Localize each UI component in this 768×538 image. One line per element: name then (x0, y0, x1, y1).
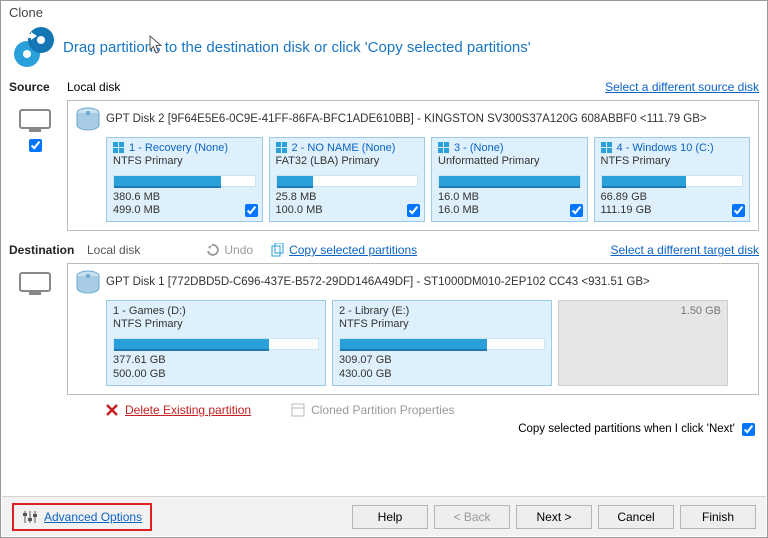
free-space-size: 1.50 GB (681, 305, 721, 317)
cloned-props-button: Cloned Partition Properties (291, 403, 454, 417)
delete-icon (105, 403, 119, 417)
undo-icon (206, 243, 220, 257)
destination-disk-type: Local disk (87, 243, 140, 257)
partition-checkbox[interactable] (732, 204, 745, 217)
monitor-icon (19, 272, 51, 296)
partition-sizes: 66.89 GB111.19 GB (601, 191, 744, 217)
partition-fs: Unformatted Primary (438, 155, 581, 167)
source-label: Source (9, 80, 67, 94)
hdd-icon (76, 270, 100, 294)
destination-partition[interactable]: 2 - Library (E:)NTFS Primary 309.07 GB430… (332, 300, 552, 385)
partition-sizes: 16.0 MB16.0 MB (438, 191, 581, 217)
source-disk-type: Local disk (67, 80, 120, 94)
source-partition[interactable]: 4 - Windows 10 (C:)NTFS Primary 66.89 GB1… (594, 137, 751, 222)
clone-hero-icon (13, 26, 55, 68)
usage-bar (339, 338, 545, 350)
copy-partitions-button[interactable]: Copy selected partitions (271, 243, 417, 257)
partition-sizes: 377.61 GB500.00 GB (113, 354, 319, 380)
destination-partition[interactable]: 1 - Games (D:)NTFS Primary 377.61 GB500.0… (106, 300, 326, 385)
partition-checkbox[interactable] (570, 204, 583, 217)
undo-button[interactable]: Undo (206, 243, 253, 257)
next-button[interactable]: Next > (516, 505, 592, 529)
usage-bar (438, 175, 581, 187)
cancel-button[interactable]: Cancel (598, 505, 674, 529)
cursor-icon (149, 35, 165, 55)
properties-icon (291, 403, 305, 417)
destination-label: Destination (9, 243, 87, 257)
sliders-icon (22, 509, 38, 525)
partition-name: 1 - Recovery (None) (113, 142, 256, 154)
partition-sizes: 309.07 GB430.00 GB (339, 354, 545, 380)
back-button: < Back (434, 505, 510, 529)
select-source-link[interactable]: Select a different source disk (605, 80, 759, 94)
partition-name: 2 - NO NAME (None) (276, 142, 419, 154)
delete-partition-link[interactable]: Delete Existing partition (105, 403, 251, 417)
destination-disk-title: GPT Disk 1 [772DBD5D-C696-437E-B572-29DD… (106, 276, 650, 288)
partition-fs: NTFS Primary (601, 155, 744, 167)
monitor-icon (19, 109, 51, 133)
free-space-block[interactable]: 1.50 GB (558, 300, 728, 385)
partition-checkbox[interactable] (407, 204, 420, 217)
partition-fs: FAT32 (LBA) Primary (276, 155, 419, 167)
source-partition[interactable]: 3 - (None)Unformatted Primary 16.0 MB16.0… (431, 137, 588, 222)
usage-bar (113, 175, 256, 187)
copy-icon (271, 243, 285, 257)
header-instruction: Drag partitions to the destination disk … (63, 39, 531, 56)
help-button[interactable]: Help (352, 505, 428, 529)
hdd-icon (76, 107, 100, 131)
partition-name: 4 - Windows 10 (C:) (601, 142, 744, 154)
usage-bar (113, 338, 319, 350)
window-title: Clone (1, 1, 767, 20)
partition-fs: NTFS Primary (339, 318, 545, 330)
partition-sizes: 380.6 MB499.0 MB (113, 191, 256, 217)
advanced-options-link[interactable]: Advanced Options (12, 503, 152, 531)
partition-name: 3 - (None) (438, 142, 581, 154)
source-partition[interactable]: 2 - NO NAME (None)FAT32 (LBA) Primary 25.… (269, 137, 426, 222)
partition-checkbox[interactable] (245, 204, 258, 217)
partition-name: 2 - Library (E:) (339, 305, 545, 317)
select-target-link[interactable]: Select a different target disk (610, 243, 759, 257)
partition-sizes: 25.8 MB100.0 MB (276, 191, 419, 217)
source-partition[interactable]: 1 - Recovery (None)NTFS Primary 380.6 MB4… (106, 137, 263, 222)
usage-bar (601, 175, 744, 187)
partition-name: 1 - Games (D:) (113, 305, 319, 317)
source-disk-title: GPT Disk 2 [9F64E5E6-0C9E-41FF-86FA-BFC1… (106, 113, 707, 125)
usage-bar (276, 175, 419, 187)
partition-fs: NTFS Primary (113, 318, 319, 330)
copy-on-next-option[interactable]: Copy selected partitions when I click 'N… (518, 423, 755, 435)
source-disk-checkbox[interactable] (29, 139, 42, 152)
finish-button[interactable]: Finish (680, 505, 756, 529)
partition-fs: NTFS Primary (113, 155, 256, 167)
